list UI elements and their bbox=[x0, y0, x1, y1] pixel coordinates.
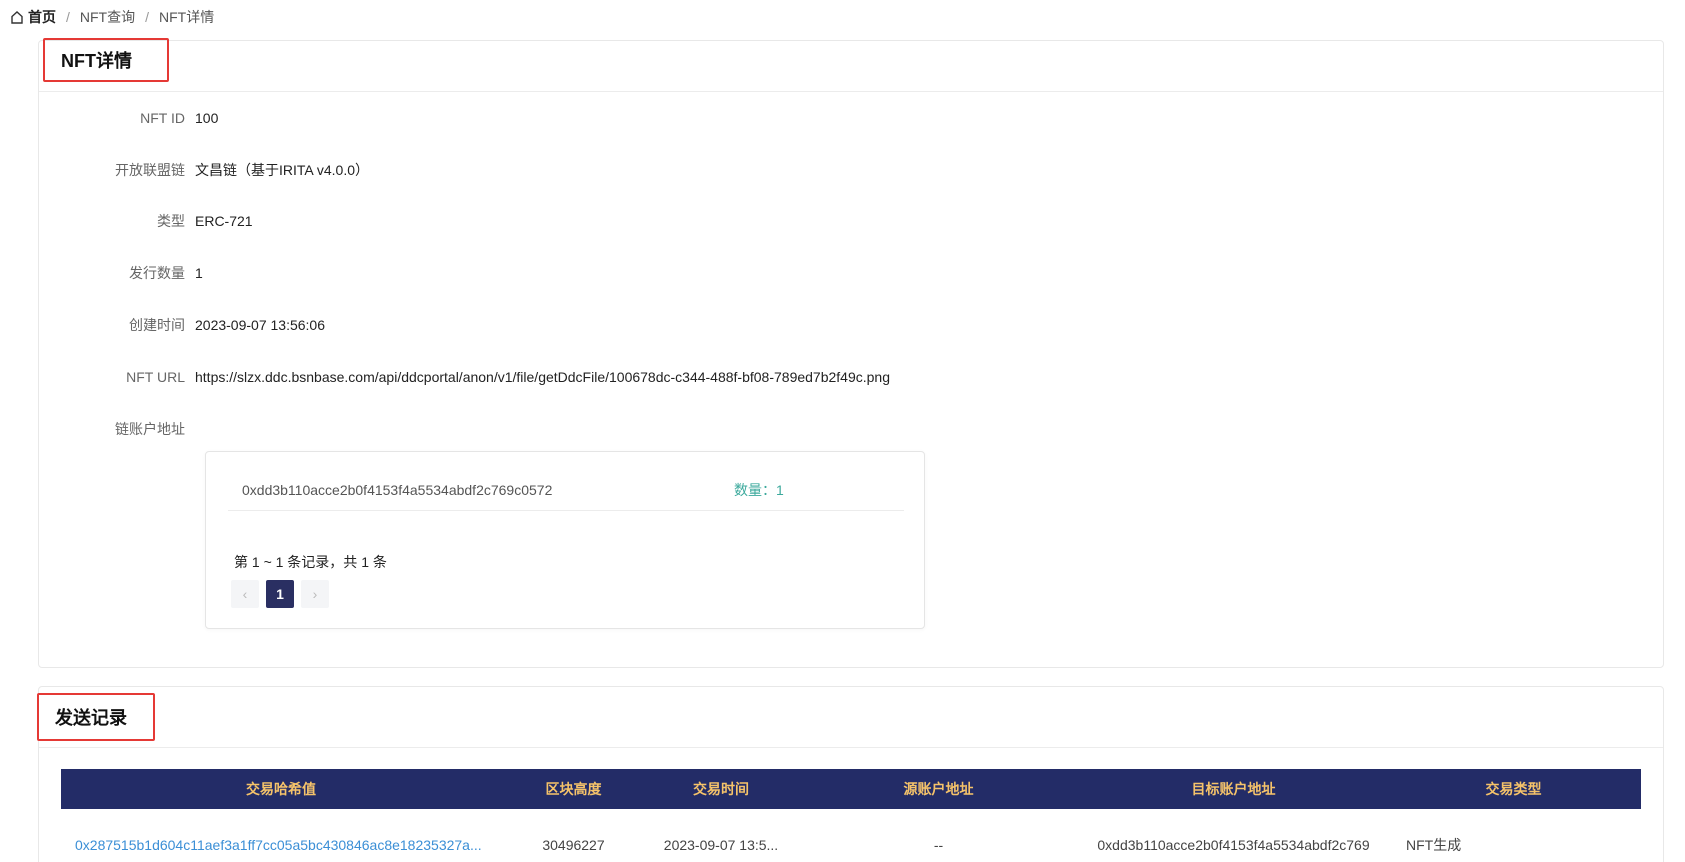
page-number-button[interactable]: 1 bbox=[266, 580, 294, 608]
card-header: 发送记录 bbox=[37, 687, 1663, 748]
table-header-row: 交易哈希值 区块高度 交易时间 源账户地址 目标账户地址 交易类型 bbox=[61, 769, 1641, 809]
column-header-type: 交易类型 bbox=[1386, 769, 1641, 809]
transfer-table: 交易哈希值 区块高度 交易时间 源账户地址 目标账户地址 交易类型 0x2875… bbox=[61, 769, 1641, 862]
nft-detail-title: NFT详情 bbox=[43, 38, 169, 82]
table-row: 0x287515b1d604c11aef3a1ff7cc05a5bc430846… bbox=[61, 809, 1641, 862]
card-header: NFT详情 bbox=[39, 38, 1663, 92]
field-value: 1 bbox=[195, 265, 203, 281]
breadcrumb-home-link[interactable]: 首页 bbox=[28, 7, 56, 27]
tx-hash-link[interactable]: 0x287515b1d604c11aef3a1ff7cc05a5bc430846… bbox=[61, 809, 501, 862]
breadcrumb-current: NFT详情 bbox=[159, 9, 215, 25]
column-header-time: 交易时间 bbox=[646, 769, 796, 809]
field-value: ERC-721 bbox=[195, 213, 253, 229]
breadcrumb-nft-query-link[interactable]: NFT查询 bbox=[80, 7, 135, 27]
field-label: NFT URL bbox=[126, 369, 185, 385]
owner-address: 0xdd3b110acce2b0f4153f4a5534abdf2c769c05… bbox=[242, 482, 553, 498]
owner-quantity: 数量：1 bbox=[734, 482, 784, 498]
field-value: 文昌链（基于IRITA v4.0.0） bbox=[195, 162, 369, 178]
nft-url-value: https://slzx.ddc.bsnbase.com/api/ddcport… bbox=[195, 369, 891, 385]
owner-row: 0xdd3b110acce2b0f4153f4a5534abdf2c769c05… bbox=[228, 470, 904, 511]
field-label: 发行数量 bbox=[129, 265, 185, 281]
block-height-cell: 30496227 bbox=[542, 837, 605, 853]
home-icon bbox=[11, 11, 23, 24]
to-address-cell: 0xdd3b110acce2b0f4153f4a5534abdf2c769 bbox=[1097, 837, 1370, 853]
pagination: ‹ 1 › bbox=[231, 580, 329, 608]
field-label: 开放联盟链 bbox=[115, 162, 185, 178]
transfer-records-card: 发送记录 交易哈希值 区块高度 交易时间 源账户地址 目标账户地址 交易类型 0… bbox=[37, 686, 1664, 862]
tx-time-cell: 2023-09-07 13:5... bbox=[663, 837, 779, 853]
nft-detail-card: NFT详情 NFT ID 100 开放联盟链 文昌链（基于IRITA v4.0.… bbox=[38, 38, 1664, 668]
field-account-address: 链账户地址 bbox=[39, 419, 195, 439]
field-label: 链账户地址 bbox=[115, 421, 185, 437]
breadcrumb: 首页 / NFT查询 / NFT详情 bbox=[10, 6, 214, 28]
field-label: NFT ID bbox=[140, 110, 185, 126]
transfer-records-title: 发送记录 bbox=[37, 693, 155, 741]
field-nft-url: NFT URL https://slzx.ddc.bsnbase.com/api… bbox=[39, 367, 890, 387]
prev-page-button[interactable]: ‹ bbox=[231, 580, 259, 608]
page: 首页 / NFT查询 / NFT详情 NFT详情 NFT ID 100 开放联盟… bbox=[0, 0, 1685, 862]
field-issue-quantity: 发行数量 1 bbox=[39, 263, 203, 283]
field-chain: 开放联盟链 文昌链（基于IRITA v4.0.0） bbox=[39, 160, 369, 180]
field-value: 2023-09-07 13:56:06 bbox=[195, 317, 325, 333]
column-header-block: 区块高度 bbox=[501, 769, 646, 809]
field-value: 100 bbox=[195, 110, 219, 126]
field-type: 类型 ERC-721 bbox=[39, 211, 253, 231]
column-header-hash: 交易哈希值 bbox=[61, 769, 501, 809]
breadcrumb-separator: / bbox=[66, 9, 70, 25]
field-created-time: 创建时间 2023-09-07 13:56:06 bbox=[39, 315, 325, 335]
field-nft-id: NFT ID 100 bbox=[39, 108, 218, 128]
owner-list-panel: 0xdd3b110acce2b0f4153f4a5534abdf2c769c05… bbox=[205, 451, 925, 629]
next-page-button[interactable]: › bbox=[301, 580, 329, 608]
column-header-from: 源账户地址 bbox=[796, 769, 1081, 809]
column-header-to: 目标账户地址 bbox=[1081, 769, 1386, 809]
pagination-summary: 第 1 ~ 1 条记录，共 1 条 bbox=[234, 554, 387, 570]
field-label: 类型 bbox=[157, 213, 185, 229]
breadcrumb-separator: / bbox=[145, 9, 149, 25]
field-label: 创建时间 bbox=[129, 317, 185, 333]
tx-type-cell: NFT生成 bbox=[1406, 837, 1462, 853]
from-address-cell: -- bbox=[933, 837, 944, 853]
